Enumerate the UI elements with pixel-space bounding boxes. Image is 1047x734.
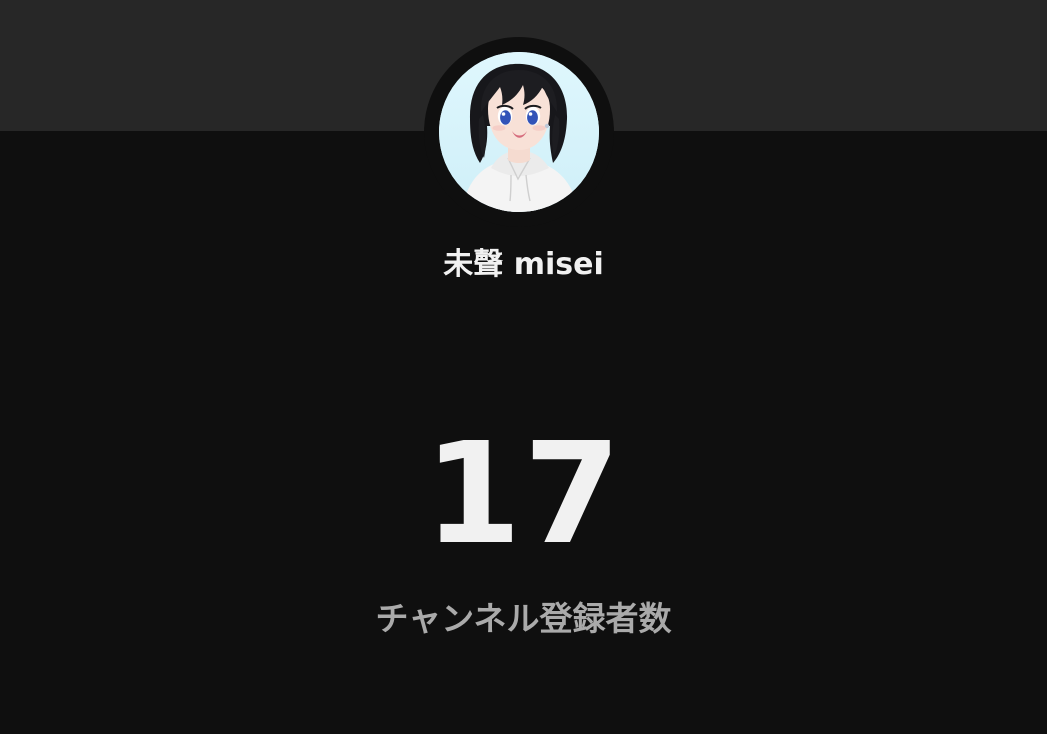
subscriber-count: 17	[424, 413, 623, 576]
avatar-illustration	[439, 52, 599, 212]
channel-avatar[interactable]	[439, 52, 599, 212]
channel-name[interactable]: 未聲 misei	[0, 238, 1047, 292]
subscriber-count-label: チャンネル登録者数	[375, 599, 672, 638]
